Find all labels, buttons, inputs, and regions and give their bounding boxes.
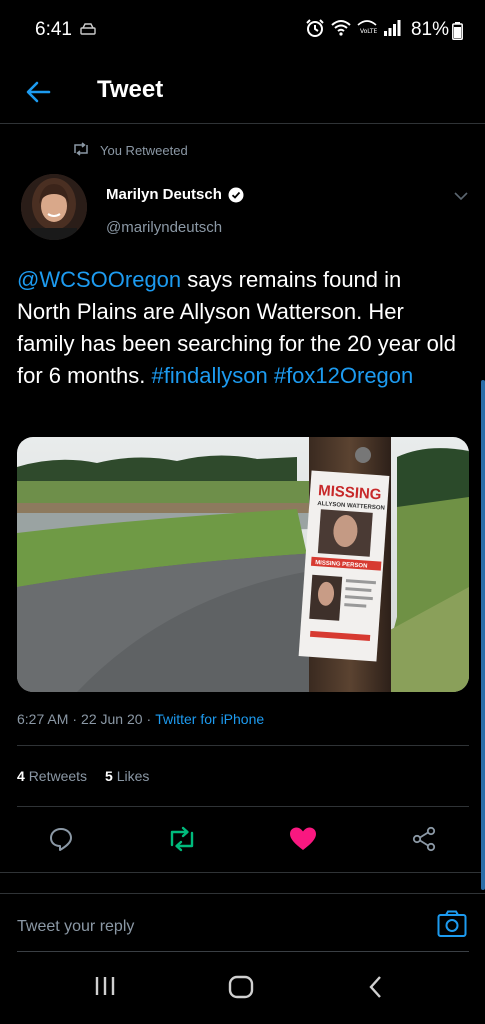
likes-stat[interactable]: 5 Likes xyxy=(105,768,149,784)
back-nav-button[interactable] xyxy=(368,975,384,1004)
tweet-text: @WCSOOregon says remains found in North … xyxy=(17,264,457,392)
mention-link[interactable]: @WCSOOregon xyxy=(17,267,181,292)
retweet-small-icon xyxy=(72,142,90,159)
tweet-date: 22 Jun 20 xyxy=(81,711,143,727)
tweet-media-image[interactable]: MISSING ALLYSON WATTERSON MISSING PERSON xyxy=(17,437,469,692)
reply-underline xyxy=(17,951,469,952)
reply-composer: Tweet your reply xyxy=(0,893,485,953)
tweet-actions xyxy=(0,818,485,860)
author-name-row[interactable]: Marilyn Deutsch xyxy=(106,186,244,203)
reply-input[interactable]: Tweet your reply xyxy=(17,918,134,936)
camera-button[interactable] xyxy=(437,910,467,943)
tweet-source-link[interactable]: Twitter for iPhone xyxy=(155,711,264,727)
status-bar: 6:41 VoLTE 81% xyxy=(0,0,485,62)
more-options-button[interactable] xyxy=(453,188,469,206)
back-button[interactable] xyxy=(22,76,54,108)
chevron-left-icon xyxy=(369,976,381,998)
divider xyxy=(0,872,485,873)
like-button[interactable] xyxy=(288,824,318,854)
heart-icon xyxy=(290,827,316,850)
tweet-stats: 4 Retweets 5 Likes xyxy=(17,768,149,784)
arrow-left-icon xyxy=(26,81,51,103)
verified-badge-icon xyxy=(228,187,244,203)
battery-percent: 81% xyxy=(410,19,449,40)
retweets-count: 4 xyxy=(17,768,25,784)
volte-icon: VoLTE xyxy=(357,19,377,42)
retweets-label: Retweets xyxy=(28,768,88,784)
top-app-bar: Tweet xyxy=(0,62,485,124)
likes-label: Likes xyxy=(116,768,150,784)
author-name: Marilyn Deutsch xyxy=(106,186,222,203)
status-icons: VoLTE xyxy=(305,18,401,43)
system-navigation-bar xyxy=(0,955,485,1024)
divider xyxy=(17,806,469,807)
recent-apps-icon xyxy=(95,977,115,995)
likes-count: 5 xyxy=(105,768,113,784)
retweet-button[interactable] xyxy=(167,824,197,854)
meta-separator: · xyxy=(146,711,152,727)
share-button[interactable] xyxy=(409,824,439,854)
wifi-icon xyxy=(331,19,351,42)
meta-separator: · xyxy=(72,711,78,727)
retweet-context[interactable]: You Retweeted xyxy=(72,142,188,159)
missing-poster: MISSING ALLYSON WATTERSON MISSING PERSON xyxy=(298,470,390,662)
battery-icon xyxy=(452,22,463,45)
hashtag-link[interactable]: #findallyson xyxy=(152,363,268,388)
chevron-down-icon xyxy=(454,192,468,201)
alarm-icon xyxy=(305,18,325,43)
retweets-stat[interactable]: 4 Retweets xyxy=(17,768,87,784)
avatar[interactable] xyxy=(21,174,87,240)
home-icon xyxy=(228,975,254,999)
recent-apps-button[interactable] xyxy=(94,975,116,1002)
status-time: 6:41 xyxy=(35,19,72,40)
tweet-timestamp-row: 6:27 AM · 22 Jun 20 · Twitter for iPhone xyxy=(17,711,264,727)
author-handle[interactable]: @marilyndeutsch xyxy=(106,219,222,236)
signal-icon xyxy=(383,20,401,41)
retweet-icon xyxy=(170,826,194,852)
share-icon xyxy=(412,826,436,852)
home-button[interactable] xyxy=(228,975,254,1004)
svg-text:VoLTE: VoLTE xyxy=(360,28,377,35)
page-title: Tweet xyxy=(97,76,164,103)
reply-icon xyxy=(50,828,72,851)
hashtag-link[interactable]: #fox12Oregon xyxy=(274,363,413,388)
reply-button[interactable] xyxy=(46,824,76,854)
scrollbar-thumb[interactable] xyxy=(481,380,485,890)
retweet-context-label: You Retweeted xyxy=(100,143,188,158)
notification-icon xyxy=(80,22,96,41)
tweet-time: 6:27 AM xyxy=(17,711,69,727)
divider xyxy=(17,745,469,746)
camera-icon xyxy=(437,910,467,937)
